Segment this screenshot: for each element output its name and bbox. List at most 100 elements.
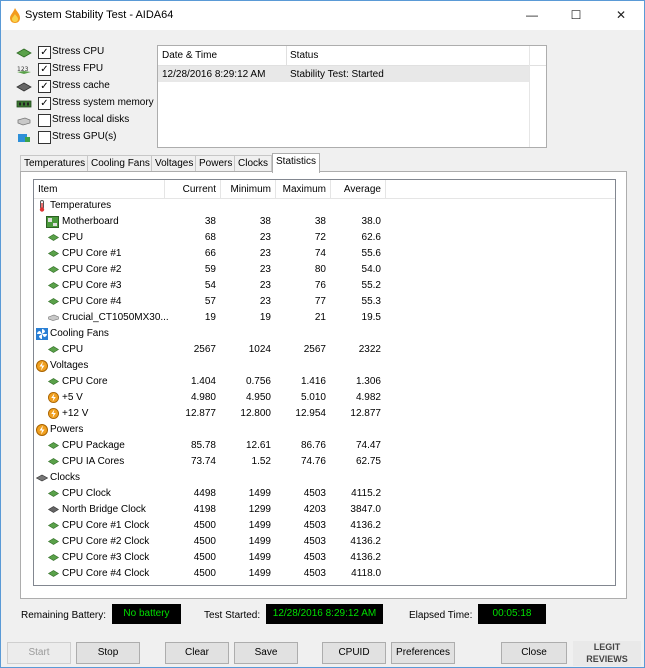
close-button[interactable]: Close	[501, 642, 567, 664]
stress-fpu-checkbox[interactable]: ✓	[38, 63, 51, 76]
stress-cpu-label: Stress CPU	[52, 46, 105, 57]
stress-cpu-checkbox[interactable]: ✓	[38, 46, 51, 59]
group-row-cooling-fans[interactable]: Cooling Fans	[34, 326, 615, 342]
disk-icon	[17, 117, 31, 126]
column-divider	[286, 46, 287, 65]
maximum-column-header[interactable]: Maximum	[266, 184, 326, 195]
table-row[interactable]: +12 V 12.877 12.800 12.954 12.877	[34, 406, 615, 422]
cpu-chip-icon	[48, 266, 59, 273]
cpu-chip-icon	[48, 522, 59, 529]
table-row[interactable]: CPU Core #3 Clock 4500 1499 4503 4136.2	[34, 550, 615, 566]
gpu-icon	[18, 134, 30, 142]
stress-disks-checkbox[interactable]	[38, 114, 51, 127]
date-time-column-header[interactable]: Date & Time	[162, 50, 217, 61]
table-row[interactable]: CPU Core #2 59 23 80 54.0	[34, 262, 615, 278]
status-log-header: Date & Time Status	[158, 46, 546, 66]
table-row[interactable]: CPU 68 23 72 62.6	[34, 230, 615, 246]
tab-cooling-fans[interactable]: Cooling Fans	[87, 155, 154, 172]
tab-statistics[interactable]: Statistics	[272, 153, 321, 173]
group-row-voltages[interactable]: Voltages	[34, 358, 615, 374]
table-row[interactable]: CPU Core #1 Clock 4500 1499 4503 4136.2	[34, 518, 615, 534]
title-bar[interactable]: System Stability Test - AIDA64 — ☐ ✕	[1, 1, 644, 30]
stress-fpu-option[interactable]: 123 ✓ Stress FPU	[16, 62, 166, 79]
stress-gpu-checkbox[interactable]	[38, 131, 51, 144]
stress-memory-option[interactable]: ✓ Stress system memory	[16, 96, 166, 113]
tab-clocks[interactable]: Clocks	[234, 155, 273, 172]
status-log-table[interactable]: Date & Time Status 12/28/2016 8:29:12 AM…	[157, 45, 547, 148]
start-button[interactable]: Start	[7, 642, 71, 664]
status-log-date: 12/28/2016 8:29:12 AM	[162, 69, 266, 80]
cpuid-button[interactable]: CPUID	[322, 642, 386, 664]
stress-memory-checkbox[interactable]: ✓	[38, 97, 51, 110]
status-log-row[interactable]: 12/28/2016 8:29:12 AM Stability Test: St…	[158, 66, 529, 82]
minimum-column-header[interactable]: Minimum	[211, 184, 271, 195]
aida64-window: System Stability Test - AIDA64 — ☐ ✕ ✓ S…	[0, 0, 645, 668]
group-row-clocks[interactable]: Clocks	[34, 470, 615, 486]
item-column-header[interactable]: Item	[38, 184, 57, 195]
cpu-chip-icon	[48, 346, 59, 353]
table-row[interactable]: CPU Clock 4498 1499 4503 4115.2	[34, 486, 615, 502]
table-row[interactable]: CPU Package 85.78 12.61 86.76 74.47	[34, 438, 615, 454]
group-label: Temperatures	[50, 200, 112, 211]
stress-memory-label: Stress system memory	[52, 97, 154, 108]
northbridge-chip-icon	[48, 506, 59, 513]
preferences-button[interactable]: Preferences	[391, 642, 455, 664]
stress-disks-label: Stress local disks	[52, 114, 130, 125]
cpu-chip-icon	[48, 250, 59, 257]
table-row[interactable]: CPU Core #3 54 23 76 55.2	[34, 278, 615, 294]
cache-chip-icon	[16, 82, 32, 92]
table-row[interactable]: Crucial_CT1050MX30... 19 19 21 19.5	[34, 310, 615, 326]
cpu-chip-icon	[48, 538, 59, 545]
aida64-flame-icon	[10, 8, 20, 23]
table-row[interactable]: CPU 2567 1024 2567 2322	[34, 342, 615, 358]
stress-cache-option[interactable]: ✓ Stress cache	[16, 79, 166, 96]
table-row[interactable]: CPU Core #2 Clock 4500 1499 4503 4136.2	[34, 534, 615, 550]
statistics-header: Item Current Minimum Maximum Average	[34, 180, 615, 199]
minimize-button[interactable]: —	[510, 1, 554, 30]
legit-reviews-watermark: LEGIT REVIEWS	[573, 641, 641, 666]
table-row[interactable]: CPU Core #4 Clock 4500 1499 4503 4118.0	[34, 566, 615, 582]
cpu-chip-icon	[48, 554, 59, 561]
stress-gpu-label: Stress GPU(s)	[52, 131, 117, 142]
tab-temperatures[interactable]: Temperatures	[20, 155, 90, 172]
statistics-grid[interactable]: Item Current Minimum Maximum Average Tem…	[33, 179, 616, 586]
stress-cpu-option[interactable]: ✓ Stress CPU	[16, 45, 166, 62]
stress-disks-option[interactable]: Stress local disks	[16, 113, 166, 130]
tab-voltages[interactable]: Voltages	[151, 155, 198, 172]
stress-cache-checkbox[interactable]: ✓	[38, 80, 51, 93]
statistics-panel: Item Current Minimum Maximum Average Tem…	[20, 171, 627, 599]
save-button[interactable]: Save	[234, 642, 298, 664]
current-column-header[interactable]: Current	[156, 184, 216, 195]
table-row[interactable]: CPU Core 1.404 0.756 1.416 1.306	[34, 374, 615, 390]
clear-button[interactable]: Clear	[165, 642, 229, 664]
window-title: System Stability Test - AIDA64	[25, 9, 174, 21]
test-info-bar: Remaining Battery: No battery Test Start…	[1, 601, 645, 629]
close-window-button[interactable]: ✕	[599, 1, 643, 30]
motherboard-icon	[46, 216, 59, 228]
cpu-chip-icon	[48, 234, 59, 241]
fpu-123-icon: 123	[17, 66, 31, 74]
table-row[interactable]: +5 V 4.980 4.950 5.010 4.982	[34, 390, 615, 406]
group-label: Clocks	[50, 472, 81, 483]
table-row[interactable]: CPU Core #1 66 23 74 55.6	[34, 246, 615, 262]
group-row-temperatures[interactable]: Temperatures	[34, 198, 615, 214]
cpu-chip-icon	[48, 442, 59, 449]
maximize-button[interactable]: ☐	[554, 1, 598, 30]
status-column-header[interactable]: Status	[290, 50, 318, 61]
average-column-header[interactable]: Average	[321, 184, 381, 195]
table-row[interactable]: Motherboard 38 38 38 38.0	[34, 214, 615, 230]
stress-gpu-option[interactable]: Stress GPU(s)	[16, 130, 166, 147]
test-started-label: Test Started:	[204, 610, 261, 621]
stop-button[interactable]: Stop	[76, 642, 140, 664]
table-row[interactable]: CPU IA Cores 73.74 1.52 74.76 62.75	[34, 454, 615, 470]
stress-fpu-label: Stress FPU	[52, 63, 104, 74]
group-row-powers[interactable]: Powers	[34, 422, 615, 438]
status-log-scrollbar[interactable]	[529, 46, 547, 147]
thermometer-icon	[39, 200, 45, 212]
table-row[interactable]: CPU Core #4 57 23 77 55.3	[34, 294, 615, 310]
group-label: Voltages	[50, 360, 89, 371]
cpu-chip-icon	[48, 570, 59, 577]
table-row[interactable]: North Bridge Clock 4198 1299 4203 3847.0	[34, 502, 615, 518]
memory-module-icon	[16, 100, 32, 108]
tab-powers[interactable]: Powers	[195, 155, 237, 172]
